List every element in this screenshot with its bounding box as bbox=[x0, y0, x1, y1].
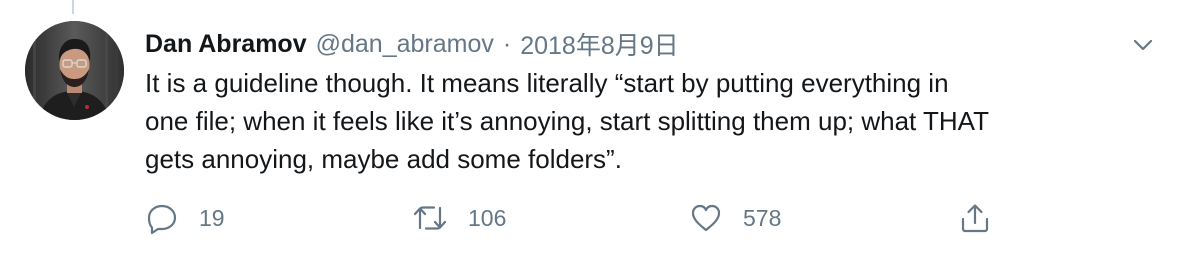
avatar-image bbox=[25, 21, 124, 120]
reply-count: 19 bbox=[199, 204, 225, 231]
heart-icon bbox=[691, 204, 721, 232]
tweet[interactable]: Dan Abramov @dan_abramov · 2018年8月9日 It … bbox=[0, 0, 1194, 256]
retweet-count: 106 bbox=[468, 204, 507, 231]
tweet-text: It is a guideline though. It means liter… bbox=[145, 64, 1165, 178]
avatar[interactable] bbox=[25, 21, 124, 120]
tweet-actions: 19 106 578 bbox=[145, 196, 1015, 240]
author-handle[interactable]: @dan_abramov bbox=[316, 30, 494, 59]
more-options-button[interactable] bbox=[1128, 30, 1158, 60]
like-button[interactable]: 578 bbox=[689, 196, 781, 240]
chevron-down-icon bbox=[1133, 39, 1153, 51]
tweet-header: Dan Abramov @dan_abramov · 2018年8月9日 bbox=[145, 26, 679, 62]
like-count: 578 bbox=[743, 204, 782, 231]
retweet-button[interactable]: 106 bbox=[412, 196, 506, 240]
tweet-text-line: one file; when it feels like it’s annoyi… bbox=[145, 106, 989, 136]
share-button[interactable] bbox=[958, 196, 992, 240]
reply-icon bbox=[147, 204, 177, 235]
reply-button[interactable]: 19 bbox=[145, 196, 225, 240]
separator-dot: · bbox=[502, 29, 512, 58]
share-icon bbox=[961, 204, 989, 233]
tweet-text-line: It is a guideline though. It means liter… bbox=[145, 68, 949, 98]
retweet-icon bbox=[413, 206, 447, 230]
tweet-date[interactable]: 2018年8月9日 bbox=[520, 26, 678, 62]
tweet-text-line: gets annoying, maybe add some folders”. bbox=[145, 144, 622, 174]
author-name[interactable]: Dan Abramov bbox=[145, 30, 307, 59]
thread-connector-line bbox=[72, 0, 74, 14]
